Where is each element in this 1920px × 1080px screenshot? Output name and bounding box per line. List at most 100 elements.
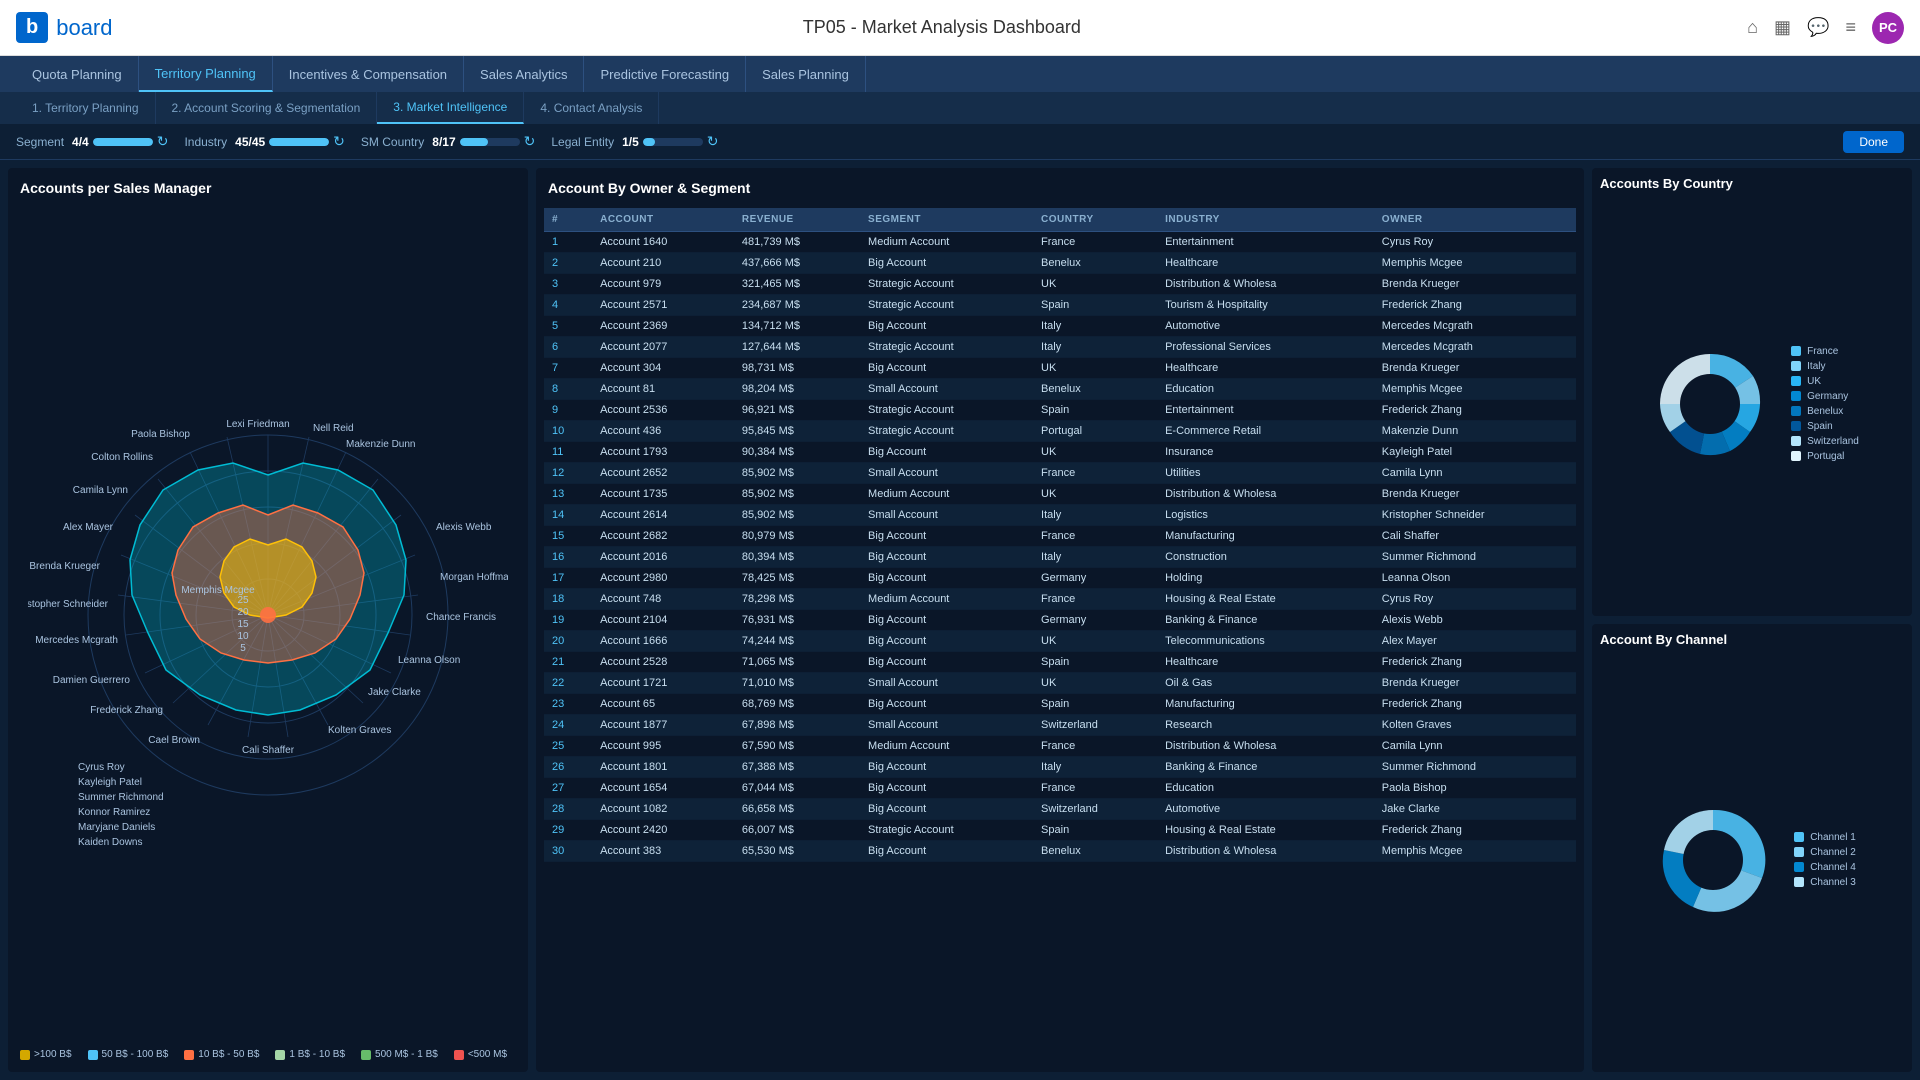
- industry-refresh-icon[interactable]: ↻: [333, 133, 345, 150]
- svg-text:Lexi Friedman: Lexi Friedman: [226, 419, 289, 430]
- nav-quota-planning[interactable]: Quota Planning: [16, 56, 139, 92]
- table-cell: Memphis Mcgee: [1374, 379, 1576, 400]
- table-row[interactable]: 4Account 2571234,687 M$Strategic Account…: [544, 295, 1576, 316]
- done-button[interactable]: Done: [1843, 131, 1904, 153]
- table-cell: 65,530 M$: [734, 841, 860, 862]
- svg-text:Jake Clarke: Jake Clarke: [368, 687, 421, 698]
- table-cell: Jake Clarke: [1374, 799, 1576, 820]
- table-cell: 95,845 M$: [734, 421, 860, 442]
- right-panel: Accounts By Country: [1592, 168, 1912, 1072]
- table-row[interactable]: 17Account 298078,425 M$Big AccountGerman…: [544, 568, 1576, 589]
- table-row[interactable]: 8Account 8198,204 M$Small AccountBenelux…: [544, 379, 1576, 400]
- svg-text:Kayleigh Patel: Kayleigh Patel: [78, 777, 142, 788]
- table-row[interactable]: 1Account 1640481,739 M$Medium AccountFra…: [544, 232, 1576, 253]
- sub-market-intelligence[interactable]: 3. Market Intelligence: [377, 92, 524, 124]
- table-row[interactable]: 26Account 180167,388 M$Big AccountItalyB…: [544, 757, 1576, 778]
- nav-sales-planning[interactable]: Sales Planning: [746, 56, 866, 92]
- col-num: #: [544, 208, 592, 232]
- table-cell: Healthcare: [1157, 253, 1374, 274]
- table-cell: Cyrus Roy: [1374, 589, 1576, 610]
- table-cell: Account 304: [592, 358, 734, 379]
- table-cell: Account 2682: [592, 526, 734, 547]
- table-row[interactable]: 11Account 179390,384 M$Big AccountUKInsu…: [544, 442, 1576, 463]
- sub-account-scoring[interactable]: 2. Account Scoring & Segmentation: [156, 92, 378, 124]
- table-cell: 96,921 M$: [734, 400, 860, 421]
- menu-icon[interactable]: ≡: [1845, 17, 1856, 38]
- table-row[interactable]: 28Account 108266,658 M$Big AccountSwitze…: [544, 799, 1576, 820]
- by-country-donut-area: France Italy UK Germany: [1600, 199, 1904, 608]
- table-cell: Housing & Real Estate: [1157, 820, 1374, 841]
- logo-text: board: [56, 15, 112, 41]
- table-cell: Memphis Mcgee: [1374, 841, 1576, 862]
- table-cell: Medium Account: [860, 589, 1033, 610]
- table-row[interactable]: 9Account 253696,921 M$Strategic AccountS…: [544, 400, 1576, 421]
- table-row[interactable]: 20Account 166674,244 M$Big AccountUKTele…: [544, 631, 1576, 652]
- table-cell: Big Account: [860, 841, 1033, 862]
- segment-refresh-icon[interactable]: ↻: [157, 133, 169, 150]
- nav-incentives[interactable]: Incentives & Compensation: [273, 56, 464, 92]
- table-row[interactable]: 30Account 38365,530 M$Big AccountBenelux…: [544, 841, 1576, 862]
- sub-territory-planning[interactable]: 1. Territory Planning: [16, 92, 156, 124]
- table-row[interactable]: 15Account 268280,979 M$Big AccountFrance…: [544, 526, 1576, 547]
- legal-entity-refresh-icon[interactable]: ↻: [707, 133, 719, 150]
- legend-50-100b: 50 B$ - 100 B$: [88, 1049, 169, 1060]
- table-cell: Italy: [1033, 505, 1157, 526]
- table-cell: Benelux: [1033, 379, 1157, 400]
- svg-text:25: 25: [237, 595, 249, 606]
- table-row[interactable]: 6Account 2077127,644 M$Strategic Account…: [544, 337, 1576, 358]
- segment-progress: 4/4 ↻: [72, 133, 168, 150]
- table-cell: UK: [1033, 358, 1157, 379]
- table-cell: 10: [544, 421, 592, 442]
- table-cell: Healthcare: [1157, 358, 1374, 379]
- table-cell: 28: [544, 799, 592, 820]
- table-row[interactable]: 10Account 43695,845 M$Strategic AccountP…: [544, 421, 1576, 442]
- sub-contact-analysis[interactable]: 4. Contact Analysis: [524, 92, 659, 124]
- table-row[interactable]: 2Account 210437,666 M$Big AccountBenelux…: [544, 253, 1576, 274]
- table-cell: Account 2528: [592, 652, 734, 673]
- table-cell: UK: [1033, 631, 1157, 652]
- table-row[interactable]: 24Account 187767,898 M$Small AccountSwit…: [544, 715, 1576, 736]
- table-row[interactable]: 25Account 99567,590 M$Medium AccountFran…: [544, 736, 1576, 757]
- legend-uk: UK: [1791, 376, 1859, 387]
- table-cell: Big Account: [860, 799, 1033, 820]
- table-row[interactable]: 13Account 173585,902 M$Medium AccountUKD…: [544, 484, 1576, 505]
- table-cell: Big Account: [860, 778, 1033, 799]
- table-row[interactable]: 23Account 6568,769 M$Big AccountSpainMan…: [544, 694, 1576, 715]
- table-cell: Entertainment: [1157, 400, 1374, 421]
- table-cell: Distribution & Wholesa: [1157, 736, 1374, 757]
- table-row[interactable]: 21Account 252871,065 M$Big AccountSpainH…: [544, 652, 1576, 673]
- nav-territory-planning[interactable]: Territory Planning: [139, 56, 273, 92]
- col-account: ACCOUNT: [592, 208, 734, 232]
- nav-predictive-forecasting[interactable]: Predictive Forecasting: [584, 56, 746, 92]
- chat-icon[interactable]: 💬: [1807, 17, 1829, 38]
- table-row[interactable]: 29Account 242066,007 M$Strategic Account…: [544, 820, 1576, 841]
- home-icon[interactable]: ⌂: [1747, 17, 1758, 38]
- accounts-table-container[interactable]: # ACCOUNT REVENUE SEGMENT COUNTRY INDUST…: [544, 208, 1576, 1064]
- table-cell: Mercedes Mcgrath: [1374, 316, 1576, 337]
- table-row[interactable]: 16Account 201680,394 M$Big AccountItalyC…: [544, 547, 1576, 568]
- table-cell: Research: [1157, 715, 1374, 736]
- table-row[interactable]: 14Account 261485,902 M$Small AccountItal…: [544, 505, 1576, 526]
- table-cell: 481,739 M$: [734, 232, 860, 253]
- dashboard-icon[interactable]: ▦: [1774, 17, 1791, 38]
- by-country-legend: France Italy UK Germany: [1791, 346, 1859, 462]
- table-cell: Account 748: [592, 589, 734, 610]
- sm-country-refresh-icon[interactable]: ↻: [524, 133, 536, 150]
- table-row[interactable]: 19Account 210476,931 M$Big AccountGerman…: [544, 610, 1576, 631]
- nav-sales-analytics[interactable]: Sales Analytics: [464, 56, 584, 92]
- svg-text:Alexis Webb: Alexis Webb: [436, 522, 492, 533]
- avatar[interactable]: PC: [1872, 12, 1904, 44]
- table-cell: 26: [544, 757, 592, 778]
- by-channel-title: Account By Channel: [1600, 632, 1904, 647]
- table-cell: Italy: [1033, 547, 1157, 568]
- table-row[interactable]: 22Account 172171,010 M$Small AccountUKOi…: [544, 673, 1576, 694]
- table-row[interactable]: 7Account 30498,731 M$Big AccountUKHealth…: [544, 358, 1576, 379]
- svg-text:Cael Brown: Cael Brown: [148, 735, 200, 746]
- segment-label: Segment: [16, 135, 64, 149]
- table-row[interactable]: 3Account 979321,465 M$Strategic AccountU…: [544, 274, 1576, 295]
- table-row[interactable]: 18Account 74878,298 M$Medium AccountFran…: [544, 589, 1576, 610]
- svg-text:Damien Guerrero: Damien Guerrero: [53, 675, 131, 686]
- table-row[interactable]: 5Account 2369134,712 M$Big AccountItalyA…: [544, 316, 1576, 337]
- table-row[interactable]: 27Account 165467,044 M$Big AccountFrance…: [544, 778, 1576, 799]
- table-row[interactable]: 12Account 265285,902 M$Small AccountFran…: [544, 463, 1576, 484]
